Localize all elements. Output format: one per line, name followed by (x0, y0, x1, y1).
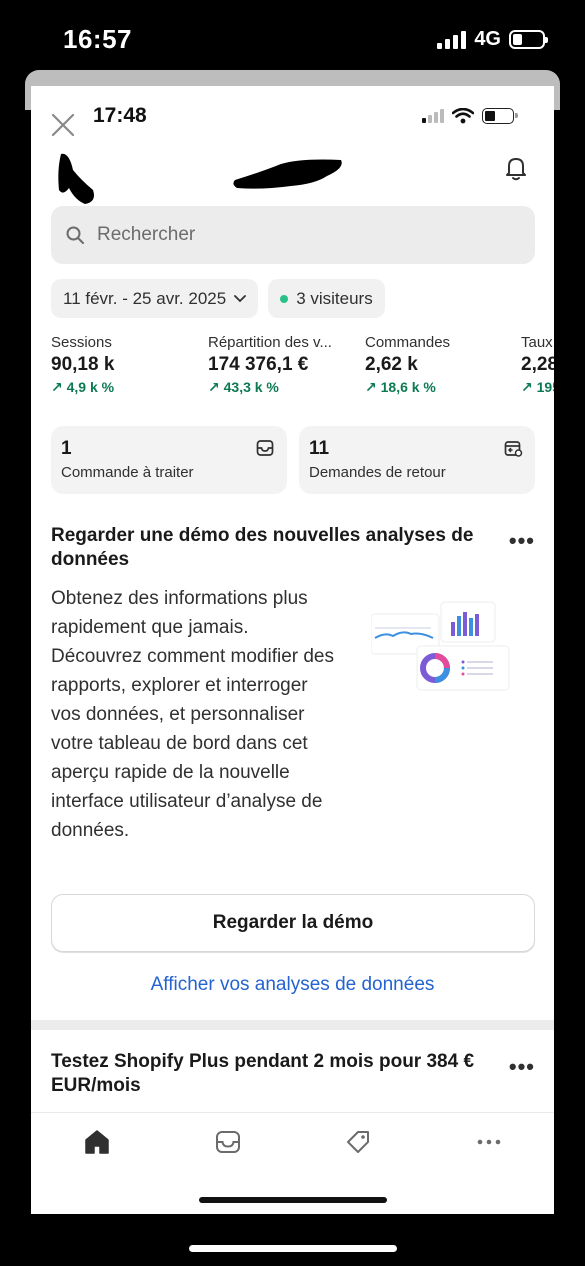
metric-sales-breakdown[interactable]: Répartition des v... 174 376,1 € ↗ 43,3 … (208, 334, 368, 396)
device-home-indicator (189, 1245, 397, 1252)
task-cards: 1 Commande à traiter 11 Demandes de reto… (51, 426, 535, 494)
live-visitors-chip[interactable]: 3 visiteurs (268, 279, 385, 318)
promo-description: Obtenez des informations plus rapidement… (51, 588, 334, 841)
date-range-label: 11 févr. - 25 avr. 2025 (63, 288, 227, 308)
metric-value: 2,62 k (365, 354, 418, 375)
redacted-store-name (233, 159, 342, 189)
metric-label: Sessions (51, 334, 112, 351)
shopify-plus-card: Testez Shopify Plus pendant 2 mois pour … (51, 1050, 535, 1098)
more-options-icon[interactable]: ••• (509, 528, 535, 554)
metric-value: 90,18 k (51, 354, 115, 375)
metric-rate[interactable]: Taux 2,28 ↗ 195 (521, 334, 554, 396)
search-placeholder: Rechercher (97, 224, 196, 245)
device-status-icons: 4G (437, 28, 548, 51)
metrics-row: Sessions 90,18 k ↗ 4,9 k % Répartition d… (51, 334, 554, 404)
search-icon (66, 226, 84, 244)
more-icon[interactable] (474, 1127, 504, 1157)
metric-label: Taux (521, 334, 553, 351)
metric-change: ↗ 195 (521, 379, 554, 395)
promo-title: Regarder une démo des nouvelles analyses… (51, 525, 474, 570)
cellular-signal-icon (422, 109, 444, 123)
search-input[interactable]: Rechercher (51, 206, 535, 264)
metric-value: 2,28 (521, 354, 554, 375)
home-indicator (199, 1197, 387, 1203)
chevron-down-icon (234, 294, 247, 302)
bottom-tab-bar (31, 1112, 554, 1214)
live-dot-icon (280, 294, 289, 303)
watch-demo-button[interactable]: Regarder la démo (51, 894, 535, 952)
return-box-icon (504, 441, 523, 457)
return-requests-card[interactable]: 11 Demandes de retour (299, 426, 535, 494)
view-analytics-link[interactable]: Afficher vos analyses de données (31, 974, 554, 996)
task-label: Commande à traiter (61, 464, 194, 481)
metric-change: ↗ 43,3 k % (208, 379, 279, 395)
date-range-selector[interactable]: 11 févr. - 25 avr. 2025 (51, 279, 259, 318)
inbox-icon (256, 440, 274, 456)
metric-label: Répartition des v... (208, 334, 332, 351)
battery-icon (482, 108, 518, 124)
battery-icon (509, 30, 548, 49)
app-screen: 17:48 Rechercher 11 févr. - 25 avr. 2025… (31, 86, 554, 1214)
home-icon[interactable] (82, 1127, 112, 1157)
metric-orders[interactable]: Commandes 2,62 k ↗ 18,6 k % (365, 334, 525, 396)
redacted-store-logo (58, 153, 94, 204)
plus-title: Testez Shopify Plus pendant 2 mois pour … (51, 1051, 475, 1096)
device-status-bar: 16:57 4G (0, 0, 585, 72)
inner-status-icons (422, 108, 518, 124)
inner-time: 17:48 (93, 104, 147, 127)
wifi-icon (452, 108, 474, 124)
more-options-icon[interactable]: ••• (509, 1054, 535, 1080)
products-tag-icon[interactable] (343, 1127, 373, 1157)
metric-sessions[interactable]: Sessions 90,18 k ↗ 4,9 k % (51, 334, 211, 396)
section-divider (31, 1020, 554, 1030)
task-label: Demandes de retour (309, 464, 446, 481)
orders-icon[interactable] (213, 1127, 243, 1157)
metric-change: ↗ 4,9 k % (51, 379, 115, 395)
bell-icon[interactable] (502, 154, 530, 182)
orders-to-fulfill-card[interactable]: 1 Commande à traiter (51, 426, 287, 494)
network-type: 4G (474, 28, 501, 50)
app-header (31, 146, 554, 204)
task-count: 1 (61, 438, 72, 459)
cellular-signal-icon (437, 30, 467, 49)
analytics-illustration (371, 601, 510, 691)
device-time: 16:57 (63, 24, 132, 54)
visitors-label: 3 visiteurs (296, 288, 373, 308)
inner-status-bar: 17:48 (31, 86, 554, 146)
metric-label: Commandes (365, 334, 451, 351)
metric-change: ↗ 18,6 k % (365, 379, 436, 395)
analytics-demo-card: Regarder une démo des nouvelles analyses… (51, 524, 535, 841)
metric-value: 174 376,1 € (208, 354, 309, 375)
filter-chips: 11 févr. - 25 avr. 2025 3 visiteurs (51, 279, 385, 318)
task-count: 11 (309, 438, 330, 459)
close-icon[interactable] (50, 112, 76, 138)
